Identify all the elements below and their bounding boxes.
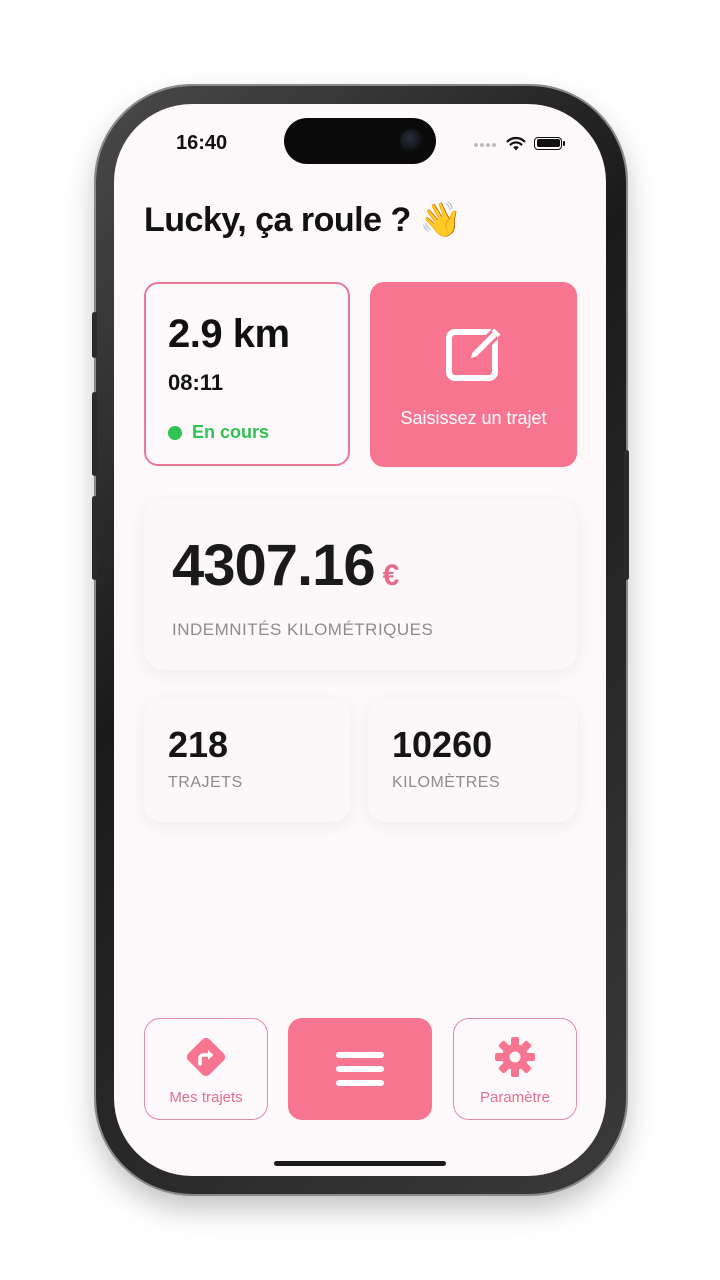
nav-settings[interactable]: Paramètre (453, 1018, 577, 1120)
camera (400, 129, 424, 153)
trips-label: TRAJETS (168, 774, 243, 791)
app-screen: 16:40 Lucky, ça roule ? 👋 2.9 km 08:11 E… (114, 104, 606, 1176)
allowance-amount-row: 4307.16 € (172, 532, 399, 599)
nav-settings-label: Paramètre (479, 1089, 551, 1106)
kilometers-stat-card: 10260 KILOMÈTRES (368, 698, 577, 822)
dynamic-island (284, 118, 436, 164)
current-trip-card[interactable]: 2.9 km 08:11 En cours (144, 282, 350, 466)
greeting-title: Lucky, ça roule ? 👋 (144, 201, 462, 239)
kilometers-label: KILOMÈTRES (392, 774, 501, 791)
allowance-card: 4307.16 € INDEMNITÉS KILOMÉTRIQUES (144, 500, 577, 670)
battery-icon (534, 136, 565, 150)
menu-button[interactable] (288, 1018, 432, 1120)
nav-my-trips-label: Mes trajets (169, 1089, 243, 1106)
gear-icon (495, 1037, 535, 1077)
volume-down-button (92, 496, 97, 580)
trip-distance: 2.9 km (168, 312, 290, 356)
add-trip-label: Saisissez un trajet (400, 408, 547, 428)
trips-stat-card: 218 TRAJETS (144, 698, 350, 822)
home-indicator (274, 1161, 446, 1166)
volume-up-button (92, 392, 97, 476)
add-trip-button[interactable]: Saisissez un trajet (370, 282, 577, 467)
mute-switch (92, 312, 97, 358)
trips-count: 218 (168, 724, 229, 765)
edit-icon (446, 328, 501, 381)
allowance-amount: 4307.16 (172, 533, 376, 598)
trip-status: En cours (168, 422, 269, 443)
allowance-currency: € (382, 559, 400, 592)
signal-icon (474, 134, 498, 152)
status-time: 16:40 (176, 132, 228, 154)
directions-icon (186, 1037, 226, 1077)
hamburger-menu-icon (336, 1052, 384, 1086)
kilometers-count: 10260 (392, 724, 493, 765)
trip-status-label: En cours (192, 422, 270, 442)
power-button (624, 450, 629, 580)
status-dot-icon (168, 425, 182, 440)
status-icons (474, 134, 565, 152)
wifi-icon (506, 136, 526, 150)
nav-my-trips[interactable]: Mes trajets (144, 1018, 268, 1120)
trip-time: 08:11 (168, 370, 224, 395)
allowance-label: INDEMNITÉS KILOMÉTRIQUES (172, 620, 434, 639)
